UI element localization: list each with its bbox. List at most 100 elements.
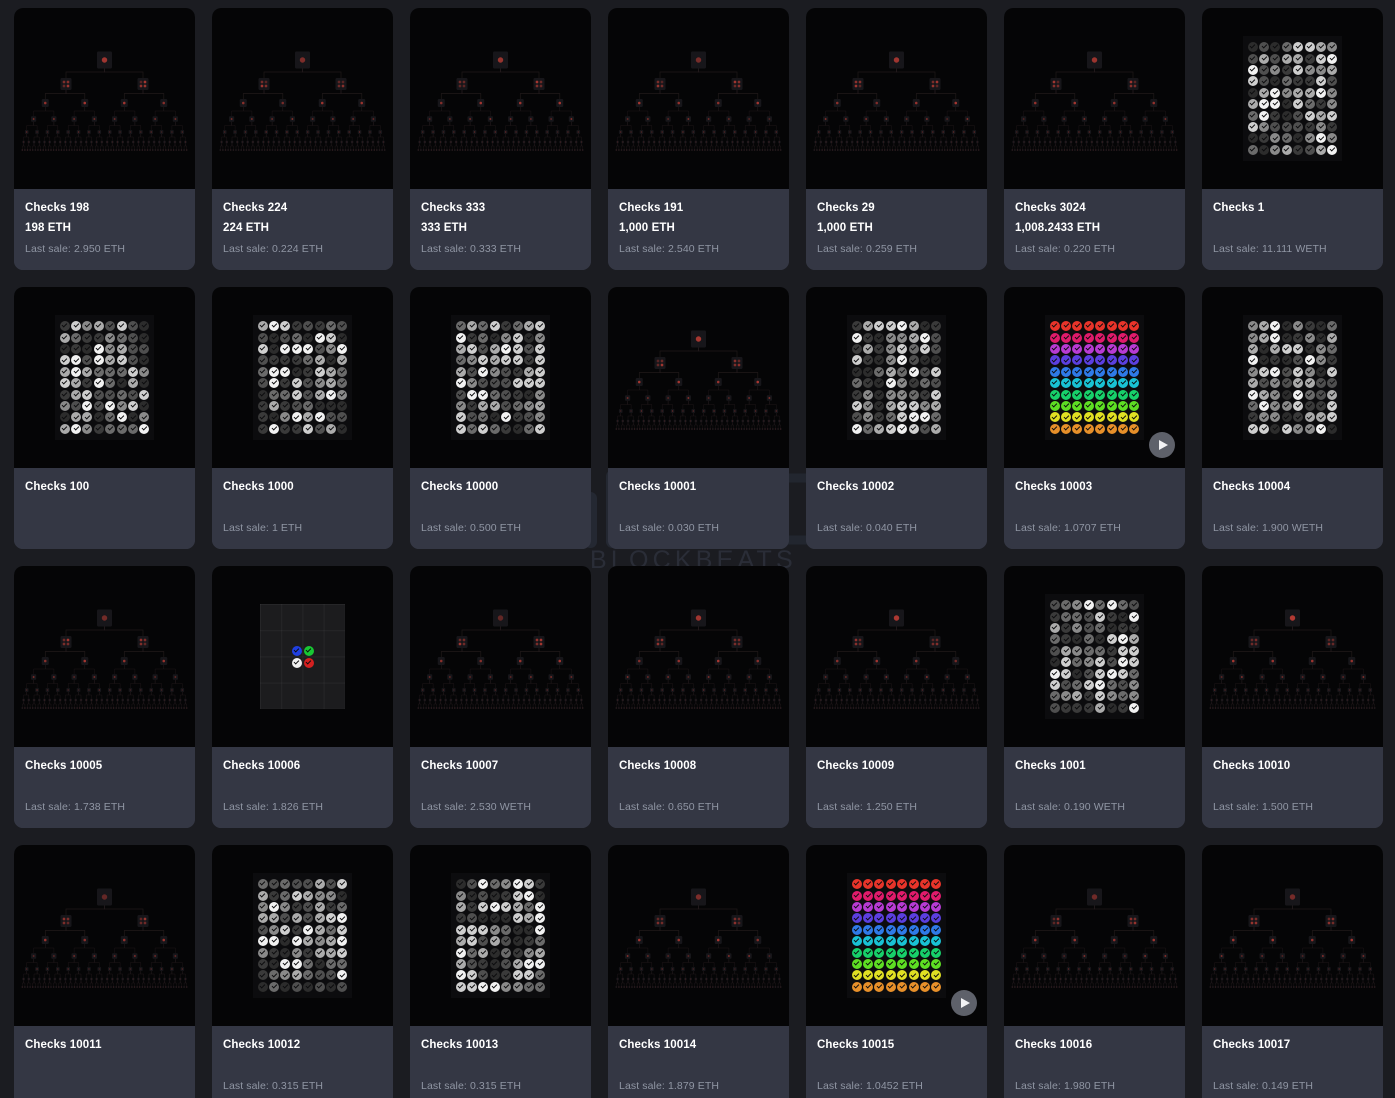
check-dot: [863, 389, 874, 400]
check-dot: [535, 981, 546, 992]
nft-card[interactable]: Checks 10000 Last sale: 0.500 ETH: [410, 287, 591, 549]
nft-artwork[interactable]: [1004, 8, 1185, 189]
nft-card[interactable]: Checks 10004 Last sale: 1.900 WETH: [1202, 287, 1383, 549]
check-dot: [280, 981, 291, 992]
nft-artwork[interactable]: [608, 845, 789, 1026]
nft-card[interactable]: Checks 1000 Last sale: 1 ETH: [212, 287, 393, 549]
nft-artwork[interactable]: [1004, 845, 1185, 1026]
nft-artwork[interactable]: [410, 8, 591, 189]
nft-card[interactable]: Checks 10016 Last sale: 1.980 ETH: [1004, 845, 1185, 1098]
check-dot: [291, 355, 302, 366]
check-dot: [931, 355, 942, 366]
nft-artwork[interactable]: [608, 566, 789, 747]
nft-card[interactable]: Checks 10009 Last sale: 1.250 ETH: [806, 566, 987, 828]
nft-artwork[interactable]: [212, 287, 393, 468]
nft-artwork[interactable]: [1202, 845, 1383, 1026]
check-dot: [863, 366, 874, 377]
nft-card[interactable]: Checks 10010 Last sale: 1.500 ETH: [1202, 566, 1383, 828]
nft-card[interactable]: Checks 10015 Last sale: 1.0452 ETH: [806, 845, 987, 1098]
check-dot: [1304, 87, 1315, 98]
check-dot: [303, 645, 314, 656]
check-dot: [139, 321, 150, 332]
check-dot: [874, 378, 885, 389]
check-dot: [1072, 378, 1083, 389]
nft-card[interactable]: Checks 191 1,000 ETH Last sale: 2.540 ETH: [608, 8, 789, 270]
nft-artwork[interactable]: [14, 845, 195, 1026]
check-dot: [851, 970, 862, 981]
nft-artwork[interactable]: [410, 566, 591, 747]
nft-artwork[interactable]: [1202, 566, 1383, 747]
nft-artwork[interactable]: [806, 8, 987, 189]
nft-artwork[interactable]: [212, 566, 393, 747]
check-dot: [1259, 133, 1270, 144]
nft-artwork[interactable]: [608, 8, 789, 189]
nft-card[interactable]: Checks 100: [14, 287, 195, 549]
check-dot: [139, 355, 150, 366]
check-dot: [501, 981, 512, 992]
nft-artwork[interactable]: [212, 845, 393, 1026]
check-dot: [523, 936, 534, 947]
check-dot: [908, 913, 919, 924]
nft-artwork[interactable]: [806, 566, 987, 747]
nft-artwork[interactable]: [14, 287, 195, 468]
nft-card[interactable]: Checks 1 Last sale: 11.111 WETH: [1202, 8, 1383, 270]
play-button[interactable]: [951, 990, 977, 1016]
checks-tree-artwork: [806, 566, 987, 747]
check-dot: [863, 879, 874, 890]
nft-card[interactable]: Checks 10007 Last sale: 2.530 WETH: [410, 566, 591, 828]
nft-card[interactable]: Checks 3024 1,008.2433 ETH Last sale: 0.22…: [1004, 8, 1185, 270]
check-dot: [303, 389, 314, 400]
nft-artwork[interactable]: [608, 287, 789, 468]
nft-card[interactable]: Checks 10002 Last sale: 0.040 ETH: [806, 287, 987, 549]
nft-artwork[interactable]: [806, 287, 987, 468]
nft-card[interactable]: Checks 10017 Last sale: 0.149 ETH: [1202, 845, 1383, 1098]
nft-artwork[interactable]: [410, 287, 591, 468]
nft-artwork[interactable]: [14, 8, 195, 189]
check-dot: [314, 958, 325, 969]
nft-card[interactable]: Checks 333 333 ETH Last sale: 0.333 ETH: [410, 8, 591, 270]
check-dot: [280, 890, 291, 901]
nft-card[interactable]: Checks 10005 Last sale: 1.738 ETH: [14, 566, 195, 828]
nft-card[interactable]: Checks 224 224 ETH Last sale: 0.224 ETH: [212, 8, 393, 270]
nft-card[interactable]: Checks 10013 Last sale: 0.315 ETH: [410, 845, 591, 1098]
play-button[interactable]: [1149, 432, 1175, 458]
nft-card[interactable]: Checks 29 1,000 ETH Last sale: 0.259 ETH: [806, 8, 987, 270]
check-dot: [908, 958, 919, 969]
check-dot: [1315, 87, 1326, 98]
nft-card[interactable]: Checks 10012 Last sale: 0.315 ETH: [212, 845, 393, 1098]
nft-price: [25, 500, 184, 514]
nft-artwork[interactable]: [806, 845, 987, 1026]
nft-artwork[interactable]: [1004, 287, 1185, 468]
check-dot: [897, 355, 908, 366]
check-dot: [1095, 668, 1106, 679]
nft-artwork[interactable]: [14, 566, 195, 747]
nft-card[interactable]: Checks 10014 Last sale: 1.879 ETH: [608, 845, 789, 1098]
nft-card[interactable]: Checks 10011: [14, 845, 195, 1098]
check-dot: [325, 936, 336, 947]
check-dot: [908, 924, 919, 935]
nft-card[interactable]: Checks 10003 Last sale: 1.0707 ETH: [1004, 287, 1185, 549]
check-dot: [1259, 53, 1270, 64]
nft-artwork[interactable]: [410, 845, 591, 1026]
check-dot: [291, 879, 302, 890]
check-dot: [280, 947, 291, 958]
nft-artwork[interactable]: [212, 8, 393, 189]
nft-artwork[interactable]: [1202, 8, 1383, 189]
check-dot: [1106, 321, 1117, 332]
nft-artwork[interactable]: [1004, 566, 1185, 747]
nft-card[interactable]: Checks 1001 Last sale: 0.190 WETH: [1004, 566, 1185, 828]
check-dot: [478, 924, 489, 935]
nft-card[interactable]: Checks 10001 Last sale: 0.030 ETH: [608, 287, 789, 549]
nft-card[interactable]: Checks 198 198 ETH Last sale: 2.950 ETH: [14, 8, 195, 270]
check-dot: [489, 902, 500, 913]
nft-card[interactable]: Checks 10008 Last sale: 0.650 ETH: [608, 566, 789, 828]
play-icon: [960, 998, 970, 1008]
nft-artwork[interactable]: [1202, 287, 1383, 468]
nft-card-info: Checks 198 198 ETH Last sale: 2.950 ETH: [14, 189, 195, 270]
check-dot: [478, 412, 489, 423]
check-dot: [523, 958, 534, 969]
nft-card[interactable]: Checks 10006 Last sale: 1.826 ETH: [212, 566, 393, 828]
nft-title: Checks 10004: [1213, 481, 1291, 493]
check-dot: [337, 400, 348, 411]
check-dot: [291, 981, 302, 992]
